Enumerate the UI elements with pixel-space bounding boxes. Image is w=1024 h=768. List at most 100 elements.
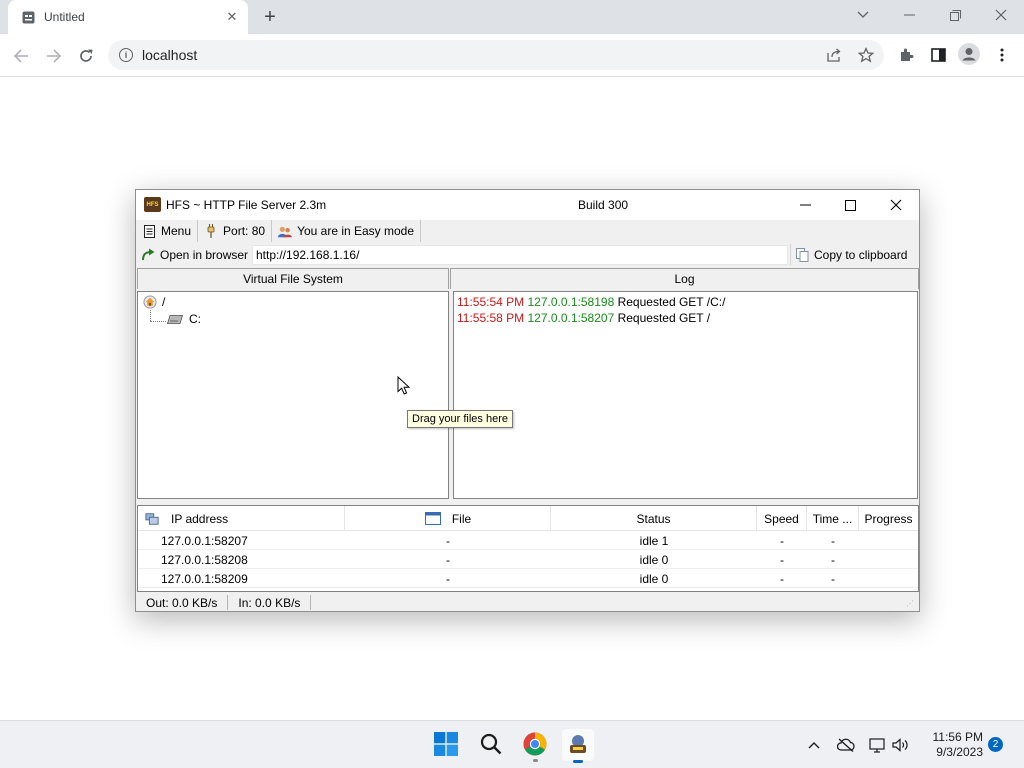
onedrive-offline-icon[interactable] <box>836 735 856 755</box>
page-icon <box>21 10 35 24</box>
restore-icon[interactable] <box>944 4 966 26</box>
hfs-maximize-icon[interactable] <box>839 194 861 216</box>
col-status-header[interactable]: Status <box>551 506 757 531</box>
copy-to-clipboard-button[interactable]: Copy to clipboard <box>790 244 913 265</box>
browser-toolbar: i localhost <box>0 34 1024 77</box>
taskbar: 11:56 PM 9/3/2023 2 <box>0 720 1024 768</box>
connections-table[interactable]: IP address File Status Speed Time ... Pr… <box>137 505 919 592</box>
vfs-drive-node[interactable]: C: <box>166 312 201 326</box>
col-file-header[interactable]: File <box>345 506 551 531</box>
log-message: Requested GET / <box>617 311 711 325</box>
cell-status: idle 0 <box>639 552 669 567</box>
tab-title: Untitled <box>44 10 85 24</box>
address-bar[interactable]: i localhost <box>108 40 884 70</box>
side-panel-icon[interactable] <box>926 43 950 67</box>
status-in-speed: In: 0.0 KB/s <box>228 595 312 610</box>
log-header: Log <box>450 268 919 289</box>
log-ip: 127.0.0.1:58198 <box>527 295 615 309</box>
port-label: Port: 80 <box>223 224 266 238</box>
active-indicator <box>573 760 583 763</box>
hfs-title: HFS ~ HTTP File Server 2.3m <box>166 198 327 212</box>
cell-progress <box>859 550 918 569</box>
vfs-header: Virtual File System <box>137 268 449 289</box>
new-tab-button[interactable]: + <box>259 6 281 28</box>
vfs-root-label: / <box>162 295 166 309</box>
plug-icon <box>204 224 218 238</box>
minimize-icon[interactable] <box>898 4 920 26</box>
bookmark-star-icon[interactable] <box>854 43 878 67</box>
running-indicator <box>533 759 538 762</box>
reload-icon[interactable] <box>74 44 98 68</box>
log-ip: 127.0.0.1:58207 <box>527 311 615 325</box>
more-menu-icon[interactable] <box>990 43 1014 67</box>
cell-progress <box>859 569 918 588</box>
tab-search-icon[interactable] <box>852 4 874 26</box>
notification-badge[interactable]: 2 <box>988 737 1003 752</box>
menu-button[interactable]: Menu <box>136 220 199 242</box>
drive-icon <box>166 312 184 326</box>
cell-speed: - <box>780 571 784 586</box>
search-button[interactable] <box>475 729 507 761</box>
back-icon[interactable] <box>9 44 33 68</box>
log-entry: 11:55:54 PM 127.0.0.1:58198 Requested GE… <box>457 295 725 309</box>
hfs-build: Build 300 <box>578 198 629 212</box>
col-progress-header[interactable]: Progress <box>859 506 918 531</box>
profile-avatar-icon[interactable] <box>957 42 981 66</box>
cell-time: - <box>831 552 835 567</box>
col-ip-header[interactable]: IP address <box>138 506 345 531</box>
hfs-titlebar[interactable]: HFS HFS ~ HTTP File Server 2.3m Build 30… <box>136 190 919 220</box>
windows-logo-icon <box>434 731 458 759</box>
col-speed-header[interactable]: Speed <box>757 506 807 531</box>
open-in-browser-button[interactable]: Open in browser <box>136 248 252 262</box>
menu-list-icon <box>142 224 156 238</box>
clock-date: 9/3/2023 <box>936 745 983 759</box>
col-time-header[interactable]: Time ... <box>807 506 859 531</box>
resize-grip-icon[interactable]: ⋰ <box>906 599 916 609</box>
hfs-window: HFS HFS ~ HTTP File Server 2.3m Build 30… <box>135 189 920 612</box>
start-button[interactable] <box>430 729 462 761</box>
connection-row[interactable]: 127.0.0.1:58207 - idle 1 - - <box>138 531 918 550</box>
site-info-icon[interactable]: i <box>119 48 133 62</box>
hfs-logo-icon: HFS <box>144 197 161 212</box>
log-entry: 11:55:58 PM 127.0.0.1:58207 Requested GE… <box>457 311 710 325</box>
network-icon[interactable] <box>868 735 888 755</box>
show-hidden-icons-icon[interactable] <box>804 735 824 755</box>
extensions-icon[interactable] <box>894 43 918 67</box>
mode-label: You are in Easy mode <box>297 224 415 238</box>
tab-close-icon[interactable]: ✕ <box>224 9 240 25</box>
copy-label: Copy to clipboard <box>814 247 908 262</box>
cell-speed: - <box>780 552 784 567</box>
mouse-cursor-icon <box>397 375 411 396</box>
cell-time: - <box>831 571 835 586</box>
cell-status: idle 0 <box>639 571 669 586</box>
vfs-root-node[interactable]: / <box>143 295 165 309</box>
server-url-field[interactable]: http://192.168.1.16/ <box>252 244 788 265</box>
hfs-close-icon[interactable] <box>885 194 907 216</box>
volume-icon[interactable] <box>891 735 911 755</box>
chrome-taskbar-button[interactable] <box>519 729 551 762</box>
log-time: 11:55:58 PM <box>457 311 525 325</box>
hfs-urlbar: Open in browser http://192.168.1.16/ Cop… <box>136 243 919 266</box>
port-button[interactable]: Port: 80 <box>198 220 273 242</box>
cell-file: - <box>446 552 450 567</box>
cell-speed: - <box>780 533 784 548</box>
status-out-speed: Out: 0.0 KB/s <box>136 595 229 610</box>
tree-connector <box>150 321 166 322</box>
hfs-statusbar: Out: 0.0 KB/s In: 0.0 KB/s ⋰ <box>136 594 919 611</box>
share-icon[interactable] <box>822 43 846 67</box>
log-message: Requested GET /C:/ <box>617 295 726 309</box>
network-computers-icon <box>145 512 159 526</box>
mode-button[interactable]: You are in Easy mode <box>272 220 422 242</box>
connection-row[interactable]: 127.0.0.1:58208 - idle 0 - - <box>138 550 918 569</box>
home-icon <box>143 295 157 309</box>
hfs-taskbar-button[interactable] <box>562 729 594 763</box>
hfs-minimize-icon[interactable] <box>794 194 816 216</box>
connections-header: IP address File Status Speed Time ... Pr… <box>138 506 918 531</box>
browser-tab[interactable]: Untitled ✕ <box>8 0 248 34</box>
forward-icon[interactable] <box>42 44 66 68</box>
close-window-icon[interactable] <box>990 4 1012 26</box>
log-panel[interactable]: 11:55:54 PM 127.0.0.1:58198 Requested GE… <box>453 291 918 499</box>
search-icon <box>480 733 502 758</box>
connection-row[interactable]: 127.0.0.1:58209 - idle 0 - - <box>138 569 918 588</box>
system-clock[interactable]: 11:56 PM 9/3/2023 <box>921 730 983 760</box>
